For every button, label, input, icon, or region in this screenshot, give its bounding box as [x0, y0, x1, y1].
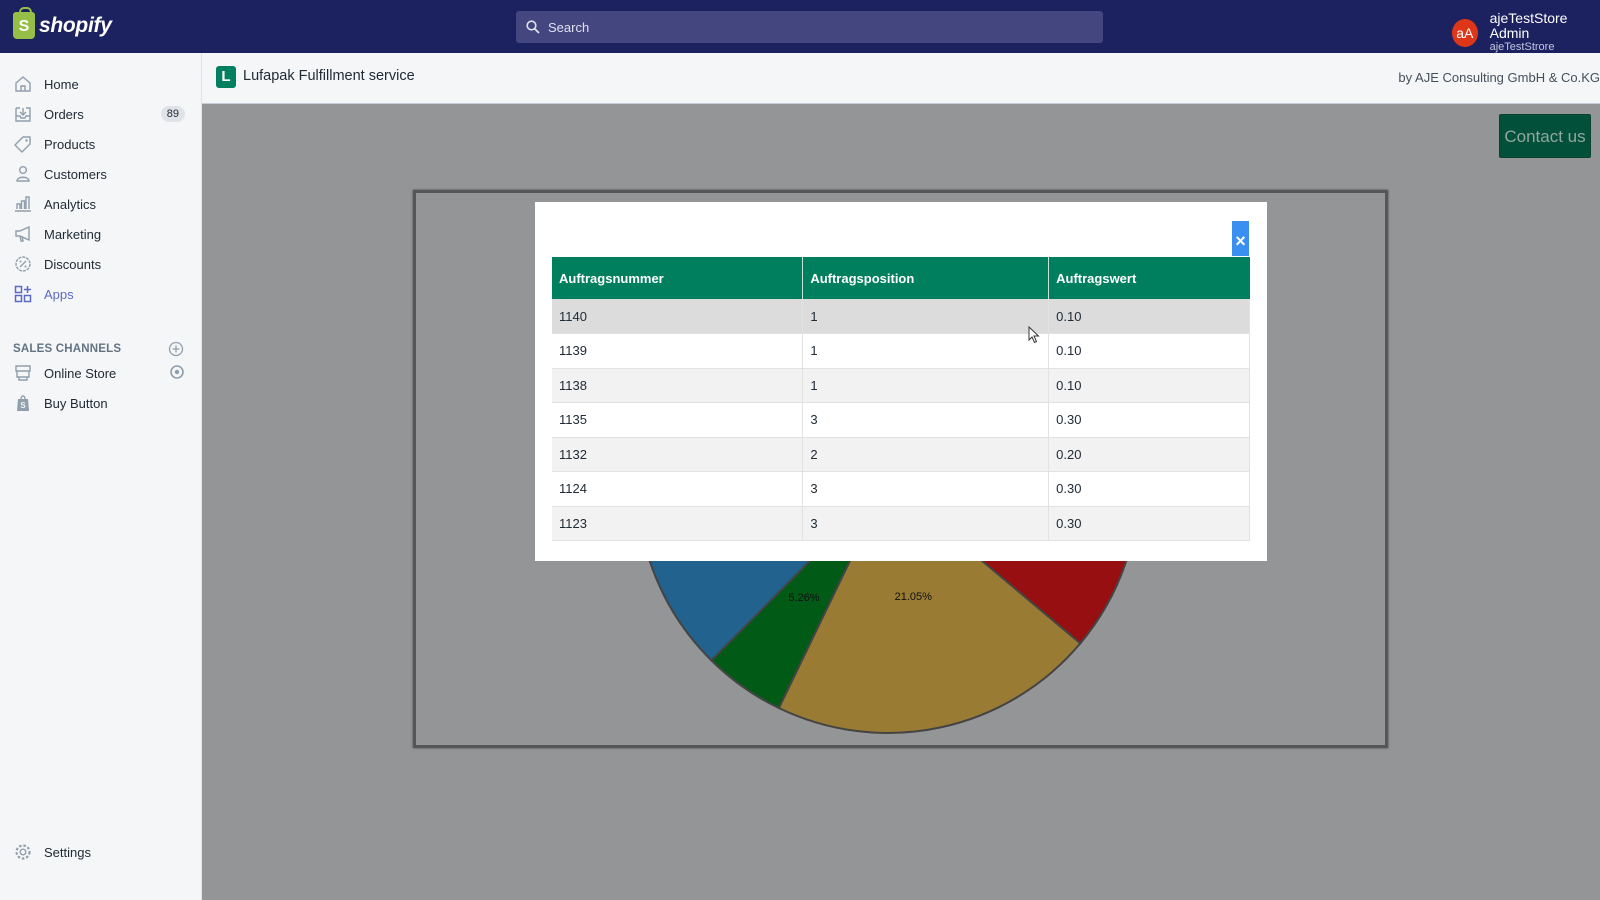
table-row[interactable]: 1132 2 0.20: [552, 437, 1250, 472]
column-header-order-number[interactable]: Auftragsnummer: [552, 257, 804, 299]
app-developer[interactable]: by AJE Consulting GmbH & Co.KG: [1398, 70, 1600, 85]
order-number-cell: 1140: [552, 299, 804, 334]
sidebar-item-buy-button[interactable]: S Buy Button: [13, 392, 185, 414]
bar-chart-icon: [13, 194, 33, 214]
order-number-cell: 1139: [552, 333, 804, 369]
sidebar-item-home[interactable]: Home: [13, 73, 185, 95]
order-number-cell: 1123: [552, 506, 804, 541]
shopify-bag-icon: S: [13, 7, 35, 39]
table-header-row: Auftragsnummer Auftragsposition Auftrags…: [552, 257, 1250, 299]
close-button[interactable]: ×: [1232, 221, 1249, 256]
order-value-cell: 0.20: [1048, 437, 1250, 472]
order-position-cell: 3: [802, 506, 1050, 541]
table-row[interactable]: 1139 1 0.10: [552, 333, 1250, 369]
sidebar-item-label: Products: [44, 136, 96, 152]
sidebar-item-products[interactable]: Products: [13, 133, 185, 155]
orders-table: Auftragsnummer Auftragsposition Auftrags…: [552, 257, 1250, 541]
pie-slice-label: 21.05%: [895, 591, 933, 603]
search-icon: [526, 20, 540, 34]
order-value-cell: 0.10: [1048, 299, 1250, 334]
sidebar-item-orders[interactable]: Orders 89: [13, 103, 185, 125]
sales-channels-heading: SALES CHANNELS: [13, 343, 122, 355]
order-position-cell: 3: [802, 402, 1050, 438]
order-position-cell: 1: [802, 299, 1050, 334]
sidebar-item-analytics[interactable]: Analytics: [13, 193, 185, 215]
sidebar-item-label: Discounts: [44, 256, 102, 272]
sidebar-item-apps[interactable]: Apps: [13, 283, 185, 305]
person-icon: [13, 164, 33, 184]
view-store-button[interactable]: [169, 364, 185, 383]
orders-icon: [13, 104, 33, 124]
sidebar-item-label: Analytics: [44, 196, 97, 212]
contact-us-button[interactable]: Contact us: [1499, 114, 1591, 158]
user-name: ajeTestStore Admin: [1489, 10, 1568, 41]
table-row[interactable]: 1138 1 0.10: [552, 368, 1250, 403]
sidebar-item-label: Settings: [44, 844, 91, 860]
sidebar-item-label: Apps: [44, 286, 74, 302]
plus-circle-icon: [168, 341, 184, 357]
table-row[interactable]: 1135 3 0.30: [552, 402, 1250, 438]
order-number-cell: 1124: [552, 471, 804, 507]
megaphone-icon: [13, 224, 33, 244]
sidebar-item-label: Online Store: [44, 365, 117, 381]
order-value-cell: 0.10: [1048, 368, 1250, 403]
sidebar-item-marketing[interactable]: Marketing: [13, 223, 185, 245]
sidebar-item-label: Marketing: [44, 226, 102, 242]
order-value-cell: 0.30: [1048, 506, 1250, 541]
table-row[interactable]: 1140 1 0.10: [552, 299, 1250, 334]
mouse-cursor-icon: [1028, 326, 1040, 344]
app-logo: L: [216, 66, 236, 88]
order-position-cell: 1: [802, 368, 1050, 403]
svg-text:S: S: [20, 401, 26, 410]
apps-icon: [13, 284, 33, 304]
order-value-cell: 0.30: [1048, 402, 1250, 438]
order-position-cell: 1: [802, 333, 1050, 369]
sidebar-item-label: Buy Button: [44, 395, 108, 411]
top-bar: S shopify Search aA ajeTestStore Admin a…: [0, 0, 1600, 53]
column-header-order-value[interactable]: Auftragswert: [1048, 257, 1250, 299]
app-header: L Lufapak Fulfillment service by AJE Con…: [202, 53, 1600, 104]
sidebar-item-label: Customers: [44, 166, 107, 182]
order-number-cell: 1135: [552, 402, 804, 438]
order-number-cell: 1132: [552, 437, 804, 472]
brand-name: shopify: [39, 13, 112, 37]
pie-slice-label: 5.26%: [788, 592, 819, 604]
eye-icon: [170, 364, 184, 379]
sidebar-item-online-store[interactable]: Online Store: [13, 362, 185, 384]
sidebar-item-settings[interactable]: Settings: [13, 841, 185, 863]
search-input[interactable]: Search: [516, 11, 1103, 43]
search-placeholder: Search: [548, 19, 590, 35]
column-header-order-position[interactable]: Auftragsposition: [802, 257, 1050, 299]
shopping-bag-icon: S: [13, 393, 33, 413]
order-position-cell: 3: [802, 471, 1050, 507]
avatar: aA: [1452, 18, 1478, 47]
order-number-cell: 1138: [552, 368, 804, 403]
sidebar-item-label: Orders: [44, 106, 84, 122]
shopify-logo[interactable]: S shopify: [13, 7, 112, 39]
add-sales-channel-button[interactable]: [168, 341, 184, 362]
sidebar-item-discounts[interactable]: Discounts: [13, 253, 185, 275]
store-icon: [13, 363, 33, 383]
home-icon: [13, 74, 33, 94]
sidebar-item-label: Home: [44, 76, 79, 92]
sidebar: Home Orders 89 Products Customers Analyt…: [0, 53, 202, 900]
user-menu[interactable]: aA ajeTestStore Admin ajeTestStrore: [1452, 11, 1600, 54]
order-value-cell: 0.30: [1048, 471, 1250, 507]
table-row[interactable]: 1124 3 0.30: [552, 471, 1250, 507]
gear-icon: [13, 842, 33, 862]
tag-icon: [13, 134, 33, 154]
table-row[interactable]: 1123 3 0.30: [552, 506, 1250, 541]
sidebar-item-customers[interactable]: Customers: [13, 163, 185, 185]
app-title: Lufapak Fulfillment service: [243, 68, 415, 84]
order-value-cell: 0.10: [1048, 333, 1250, 369]
orders-count-badge: 89: [160, 106, 185, 122]
orders-modal: × Auftragsnummer Auftragsposition Auftra…: [535, 202, 1267, 561]
order-position-cell: 2: [802, 437, 1050, 472]
discount-icon: [13, 254, 33, 274]
